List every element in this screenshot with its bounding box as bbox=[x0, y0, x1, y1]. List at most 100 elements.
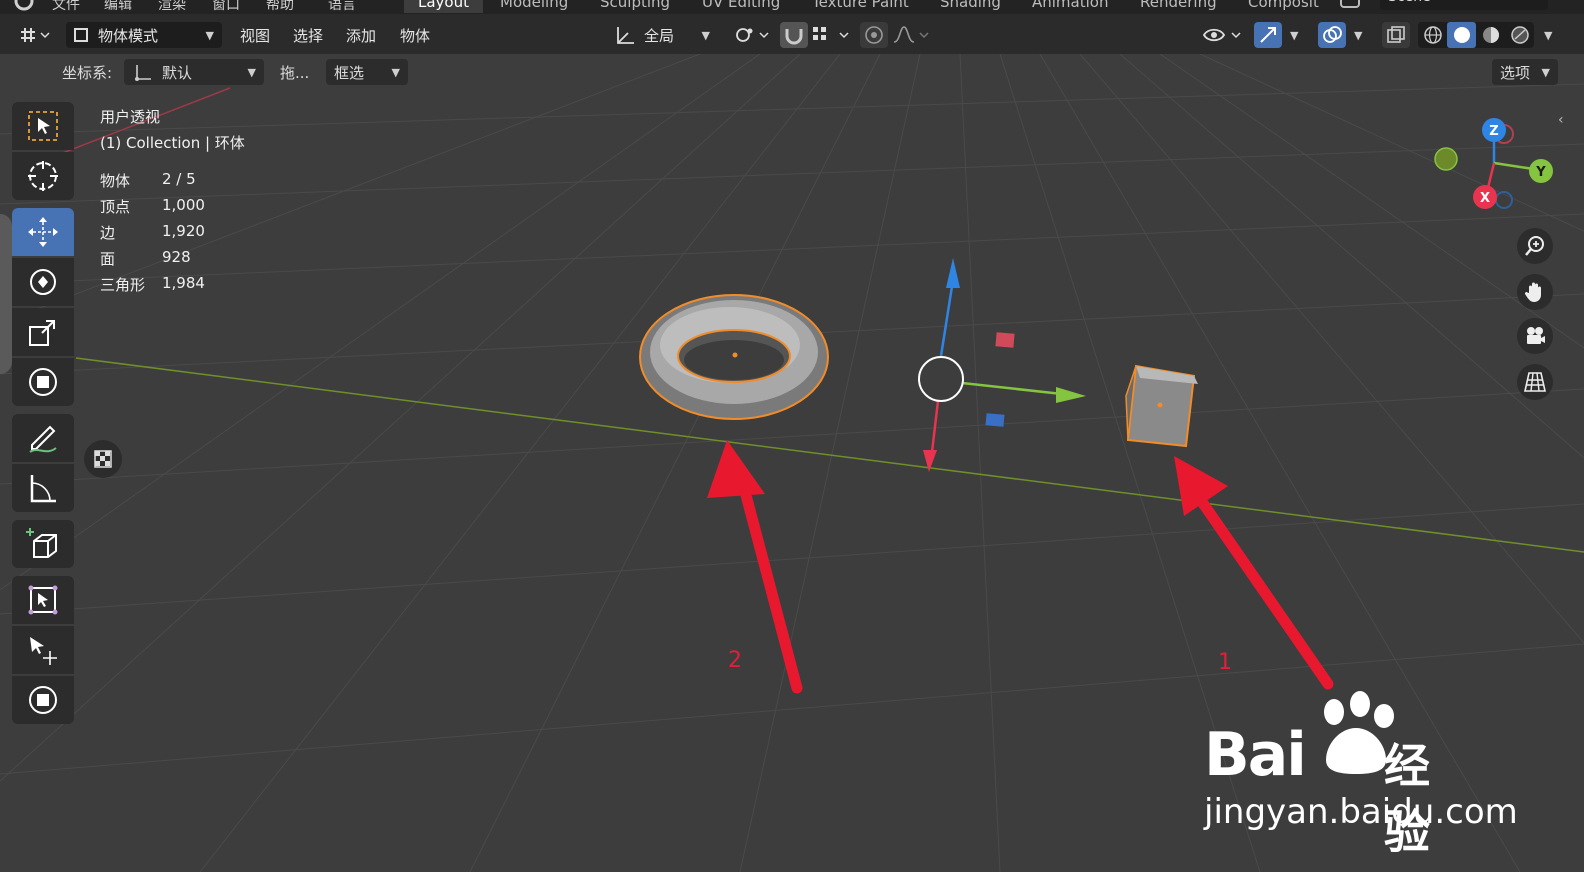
select-transform-tool[interactable] bbox=[12, 576, 74, 624]
menu-help[interactable]: 帮助 bbox=[266, 0, 294, 14]
annotation-label-2: 2 bbox=[728, 648, 742, 673]
origin-move-tool[interactable] bbox=[12, 626, 74, 674]
gizmo-toggle[interactable] bbox=[1254, 22, 1282, 48]
camera-view-button[interactable] bbox=[1517, 318, 1553, 354]
add-cube-tool[interactable] bbox=[12, 520, 74, 568]
solid-shading-button[interactable] bbox=[1447, 22, 1476, 48]
add-cube-icon bbox=[26, 528, 57, 558]
rotate-tool[interactable] bbox=[12, 258, 74, 306]
perspective-toggle-button[interactable] bbox=[1517, 364, 1553, 400]
visibility-button[interactable] bbox=[1202, 22, 1246, 48]
menu-language[interactable]: 语言 bbox=[328, 0, 356, 14]
scale-tool[interactable] bbox=[12, 308, 74, 356]
editor-type-button[interactable] bbox=[12, 22, 56, 48]
menu-render[interactable]: 渲染 bbox=[158, 0, 186, 14]
gizmo-z-label: Z bbox=[1489, 124, 1498, 139]
tab-uv-editing[interactable]: UV Editing bbox=[702, 0, 780, 11]
stat-label: 顶点 bbox=[100, 198, 131, 216]
proportional-edit-toggle[interactable] bbox=[860, 22, 888, 48]
select-mode-dropdown[interactable]: 框选 ▼ bbox=[326, 59, 408, 85]
menu-window[interactable]: 窗口 bbox=[212, 0, 240, 14]
coord-system-dropdown[interactable]: 默认 ▼ bbox=[124, 59, 264, 85]
shading-mode-group bbox=[1418, 22, 1534, 48]
xray-toggle[interactable] bbox=[1382, 22, 1410, 48]
stat-value: 1,984 bbox=[162, 274, 205, 292]
chevron-down-icon: ▼ bbox=[701, 28, 710, 42]
sidebar-expand-arrow[interactable]: ‹ bbox=[1558, 112, 1564, 128]
options-dropdown[interactable]: 选项 ▼ bbox=[1492, 59, 1558, 85]
menu-object[interactable]: 物体 bbox=[400, 22, 430, 48]
pivot-point-button[interactable] bbox=[732, 22, 772, 48]
navigation-gizmo[interactable]: Z Y X bbox=[1420, 108, 1560, 228]
view-name: 用户透视 bbox=[100, 108, 161, 126]
xray-icon bbox=[1387, 26, 1405, 43]
tab-sculpting[interactable]: Sculpting bbox=[600, 0, 670, 11]
menu-select[interactable]: 选择 bbox=[293, 22, 323, 48]
checker-toggle-button[interactable] bbox=[84, 440, 122, 478]
tab-compositing[interactable]: Composit bbox=[1248, 0, 1319, 11]
transform-pivot-icon bbox=[135, 65, 151, 81]
falloff-button[interactable] bbox=[892, 22, 932, 48]
falloff-curve-icon bbox=[893, 26, 929, 43]
menu-add[interactable]: 添加 bbox=[346, 22, 376, 48]
solid-sphere-icon bbox=[1453, 27, 1470, 43]
grid-perspective-icon bbox=[1524, 372, 1546, 392]
pivot-icon bbox=[736, 28, 769, 42]
tab-shading[interactable]: Shading bbox=[940, 0, 1001, 11]
pan-button[interactable] bbox=[1517, 274, 1553, 310]
gizmo-dropdown[interactable]: ▼ bbox=[1284, 22, 1304, 48]
top-menubar: 文件 编辑 渲染 窗口 帮助 语言 Layout Modeling Sculpt… bbox=[0, 0, 1584, 14]
tab-rendering[interactable]: Rendering bbox=[1140, 0, 1217, 11]
orientation-icon bbox=[617, 27, 634, 44]
scene-selector[interactable]: Scene bbox=[1380, 0, 1548, 10]
transform-tool[interactable] bbox=[12, 358, 74, 406]
overlays-toggle[interactable] bbox=[1318, 22, 1346, 48]
ruler-icon bbox=[30, 475, 56, 503]
select-move-icon bbox=[30, 637, 57, 665]
chevron-down-icon: ▼ bbox=[1354, 28, 1363, 42]
orientation-dropdown[interactable]: 全局 ▼ bbox=[606, 22, 718, 48]
stat-value: 2 / 5 bbox=[162, 170, 196, 188]
stat-row: 边 1,920 bbox=[100, 222, 205, 248]
tab-animation[interactable]: Animation bbox=[1032, 0, 1108, 11]
select-box-icon bbox=[28, 111, 58, 141]
material-shading-button[interactable] bbox=[1476, 22, 1505, 48]
snap-target-button[interactable] bbox=[810, 22, 854, 48]
mode-dropdown[interactable]: 物体模式 ▼ bbox=[66, 22, 222, 48]
snap-toggle[interactable] bbox=[780, 22, 808, 48]
wireframe-sphere-icon bbox=[1423, 26, 1442, 44]
rendered-shading-button[interactable] bbox=[1505, 22, 1534, 48]
stat-value: 1,920 bbox=[162, 222, 205, 240]
wireframe-shading-button[interactable] bbox=[1418, 22, 1447, 48]
transform-icon bbox=[29, 368, 57, 396]
select-box-tool[interactable] bbox=[12, 102, 74, 150]
cursor-tool[interactable] bbox=[12, 152, 74, 200]
coord-system-value: 默认 bbox=[162, 63, 193, 82]
stat-value: 928 bbox=[162, 248, 191, 266]
pencil-icon bbox=[29, 425, 57, 453]
tab-modeling[interactable]: Modeling bbox=[500, 0, 568, 11]
move-tool[interactable] bbox=[12, 208, 74, 256]
tab-texture-paint[interactable]: Texture Paint bbox=[812, 0, 909, 11]
menu-file[interactable]: 文件 bbox=[52, 0, 80, 14]
menu-edit[interactable]: 编辑 bbox=[104, 0, 132, 14]
blender-logo-icon[interactable] bbox=[10, 0, 38, 12]
shading-dropdown[interactable]: ▼ bbox=[1538, 22, 1558, 48]
measure-tool[interactable] bbox=[12, 464, 74, 512]
watermark-url: jingyan.baidu.com bbox=[1204, 792, 1518, 832]
chevron-down-icon: ▼ bbox=[1544, 28, 1553, 42]
snap-tool[interactable] bbox=[12, 676, 74, 724]
stat-value: 1,000 bbox=[162, 196, 205, 214]
camera-icon bbox=[1527, 327, 1545, 344]
eye-icon bbox=[1202, 28, 1241, 42]
tab-layout[interactable]: Layout bbox=[404, 0, 483, 13]
chevron-down-icon: ▼ bbox=[391, 65, 400, 79]
zoom-button[interactable] bbox=[1517, 228, 1553, 264]
chevron-down-icon: ▼ bbox=[247, 65, 256, 79]
stat-row: 顶点 1,000 bbox=[100, 196, 205, 222]
menu-view[interactable]: 视图 bbox=[240, 22, 270, 48]
chevron-down-icon: ▼ bbox=[1290, 28, 1299, 42]
viewport-header: 物体模式 ▼ 视图 选择 添加 物体 全局 ▼ ▼ ▼ ▼ bbox=[0, 14, 1584, 54]
overlays-dropdown[interactable]: ▼ bbox=[1348, 22, 1368, 48]
annotate-tool[interactable] bbox=[12, 414, 74, 462]
